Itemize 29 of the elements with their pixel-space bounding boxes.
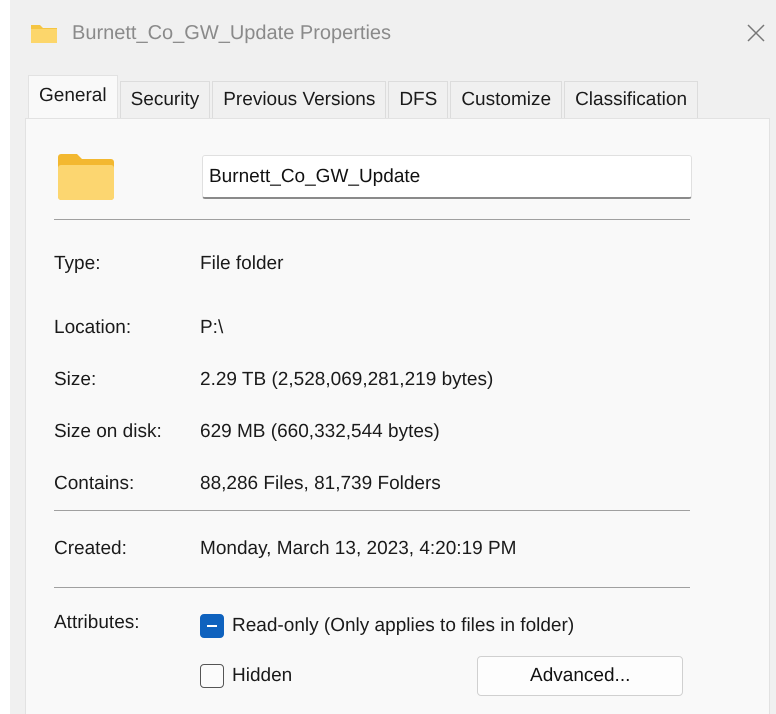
tab[interactable]: Customize [450,81,562,118]
property-label: Size on disk: [54,421,163,443]
checkbox[interactable] [200,614,224,638]
tab[interactable]: Previous Versions [212,81,386,118]
property-value: P:\ [200,317,224,339]
name-field[interactable]: Burnett_Co_GW_Update [202,155,692,199]
close-icon[interactable] [746,23,766,43]
created-value: Monday, March 13, 2023, 4:20:19 PM [200,538,516,560]
folder-icon [30,22,58,44]
folder-icon [58,154,114,200]
checkbox[interactable] [200,664,224,688]
tab[interactable]: General [28,75,118,118]
attributes-label: Attributes: [54,612,141,634]
property-label: Contains: [54,473,136,495]
property-value: File folder [200,253,284,275]
property-value: 2.29 TB (2,528,069,281,219 bytes) [200,369,494,391]
property-value: 629 MB (660,332,544 bytes) [200,421,440,443]
property-value: 88,286 Files, 81,739 Folders [200,473,441,495]
tab[interactable]: Security [120,81,210,118]
tab[interactable]: DFS [388,81,448,118]
advanced-button[interactable]: Advanced... [477,656,684,696]
created-label: Created: [54,538,128,560]
window-title: Burnett_Co_GW_Update Properties [72,22,392,44]
property-label: Location: [54,317,132,339]
checkbox-label[interactable]: Hidden [232,665,292,687]
checkbox-label[interactable]: Read-only (Only applies to files in folder) [232,615,574,637]
tab[interactable]: Classification [564,81,698,118]
property-label: Size: [54,369,98,391]
property-label: Type: [54,253,102,275]
